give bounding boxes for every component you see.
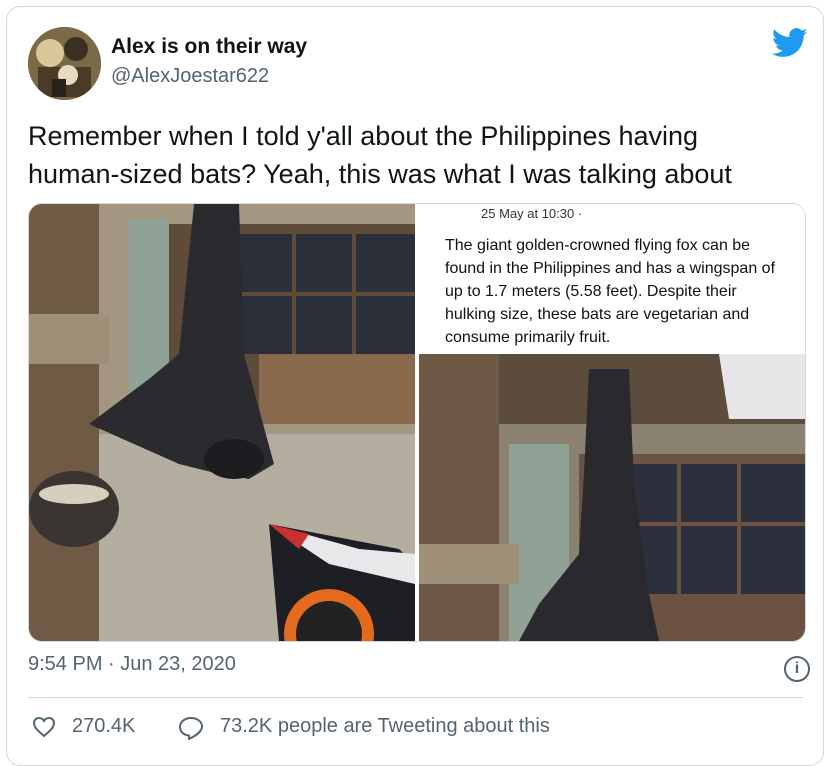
speech-bubble-icon[interactable] — [178, 716, 204, 740]
caption-text: The giant golden-crowned flying fox can … — [445, 237, 776, 346]
twitter-bird-icon[interactable] — [772, 28, 808, 58]
bat-photo-right[interactable] — [419, 354, 805, 641]
info-icon[interactable]: i — [784, 656, 810, 682]
user-handle[interactable]: @AlexJoestar622 — [111, 65, 269, 88]
like-count[interactable]: 270.4K — [72, 715, 135, 738]
tweet-media[interactable]: 25 May at 10:30 · The giant golden-crown… — [28, 203, 806, 642]
avatar[interactable] — [28, 27, 101, 100]
tweet-text-line-2: human-sized bats? Yeah, this was what I … — [28, 159, 732, 189]
bat-photo-left[interactable] — [29, 204, 415, 641]
divider — [28, 697, 803, 698]
tweet-timestamp[interactable]: 9:54 PM · Jun 23, 2020 — [28, 653, 236, 676]
tweet-text-line-1: Remember when I told y'all about the Phi… — [28, 121, 699, 151]
tweet-text: Remember when I told y'all about the Phi… — [28, 117, 798, 193]
heart-icon[interactable] — [32, 716, 56, 738]
screenshot-panel[interactable]: 25 May at 10:30 · The giant golden-crown… — [419, 204, 805, 641]
caption-date: 25 May at 10:30 · — [481, 206, 583, 221]
tweeting-about-link[interactable]: 73.2K people are Tweeting about this — [220, 715, 550, 738]
display-name[interactable]: Alex is on their way — [111, 35, 307, 59]
caption-box: 25 May at 10:30 · The giant golden-crown… — [419, 204, 805, 354]
